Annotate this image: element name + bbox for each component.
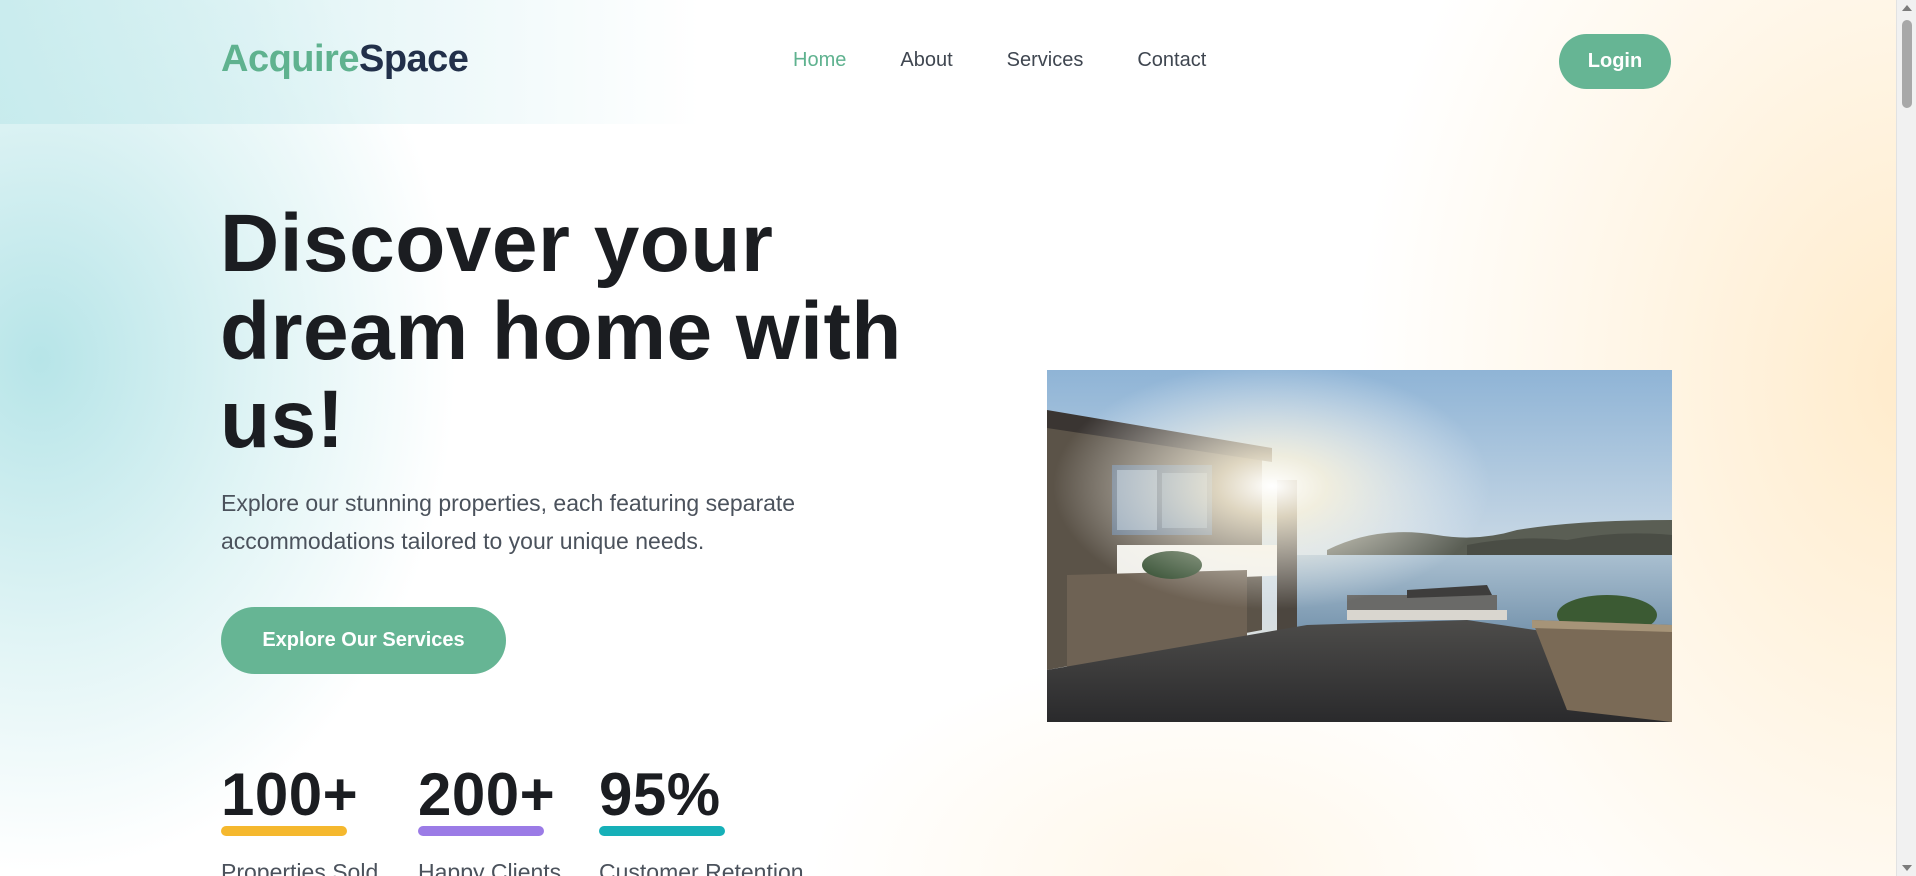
stat-value: 95% [599, 761, 721, 828]
brand-logo-part2: Space [358, 38, 469, 80]
scrollbar-thumb[interactable] [1902, 20, 1912, 108]
stat-label: Properties Sold [221, 859, 379, 876]
brand-logo[interactable]: AcquireSpace [221, 38, 469, 81]
vertical-scrollbar[interactable] [1896, 0, 1916, 876]
hero-title-line-2: dream home with [220, 286, 902, 377]
stat-label: Happy Clients [418, 859, 562, 876]
login-button[interactable]: Login [1559, 34, 1671, 89]
nav-item-about[interactable]: About [900, 49, 952, 72]
scroll-down-arrow-icon[interactable] [1902, 865, 1912, 871]
hero-title-line-3: us! [220, 374, 345, 465]
hero-title: Discover your dream home with us! [220, 200, 940, 464]
main-nav: Home About Services Contact [793, 49, 1260, 72]
scroll-up-arrow-icon[interactable] [1902, 5, 1912, 11]
hero-description: Explore our stunning properties, each fe… [221, 490, 796, 554]
hero-house-image [1047, 370, 1672, 722]
nav-item-home[interactable]: Home [793, 49, 846, 72]
site-header: AcquireSpace Home About Services Contact… [0, 0, 1896, 124]
nav-item-services[interactable]: Services [1007, 49, 1084, 72]
stat-customer-retention: 95% Customer Retention [599, 762, 804, 876]
stat-label: Customer Retention [599, 859, 804, 876]
stat-properties-sold: 100+ Properties Sold [221, 762, 378, 876]
stat-value: 200+ [418, 761, 556, 828]
nav-item-contact[interactable]: Contact [1137, 49, 1206, 72]
explore-services-button[interactable]: Explore Our Services [221, 607, 506, 674]
brand-logo-part1: Acquire [221, 38, 359, 80]
stat-value: 100+ [221, 761, 359, 828]
stat-happy-clients: 200+ Happy Clients [418, 762, 561, 876]
hero-title-line-1: Discover your [220, 198, 774, 289]
